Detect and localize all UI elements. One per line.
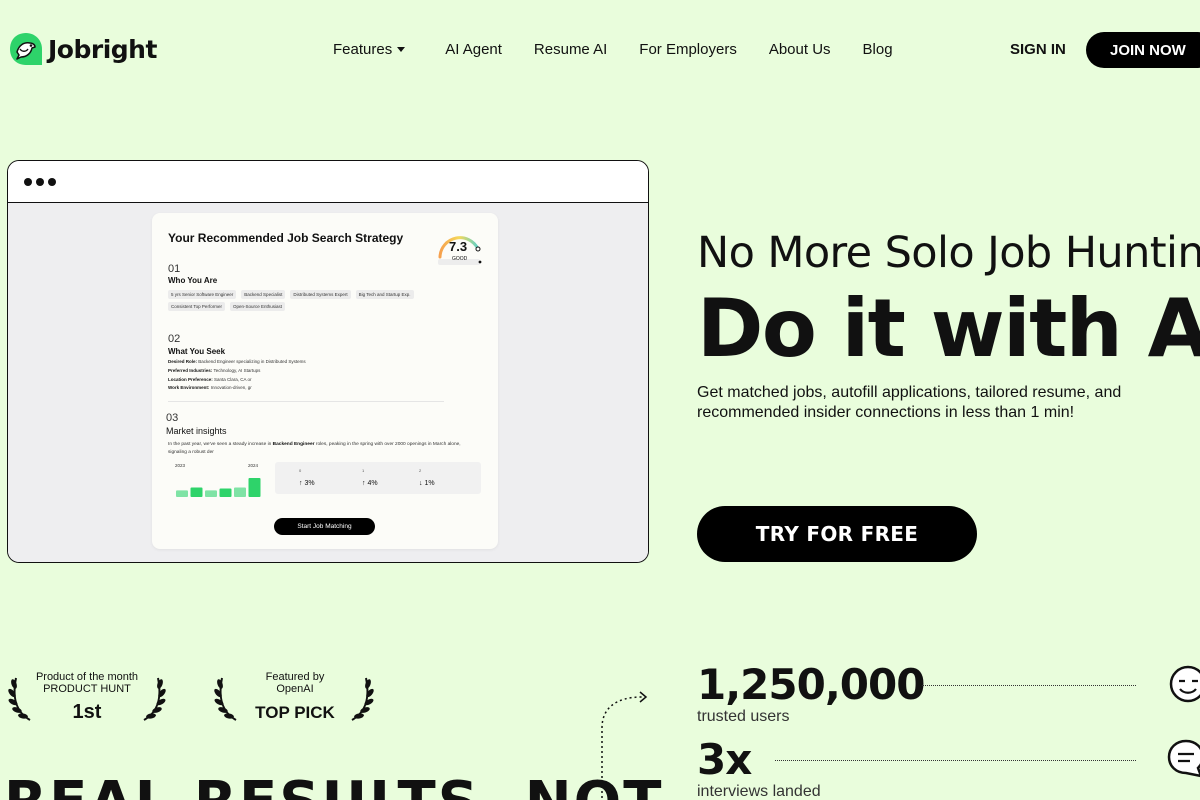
strategy-card: Your Recommended Job Search Strategy 7.3… <box>152 213 498 549</box>
window-title-bar <box>8 161 648 203</box>
smile-face-icon <box>1169 665 1200 703</box>
try-for-free-button[interactable]: TRY FOR FREE <box>697 506 977 562</box>
nav-features[interactable]: Features <box>333 41 406 58</box>
sign-in-link[interactable]: SIGN IN <box>1010 41 1066 58</box>
tag: Distributed Systems Expert <box>290 290 351 299</box>
mini-bar-chart <box>176 478 261 497</box>
nav-features-label: Features <box>333 41 393 58</box>
start-job-matching-button[interactable]: Start Job Matching <box>274 518 375 535</box>
mini-bar <box>176 490 188 497</box>
mini-bar <box>234 487 246 497</box>
nav-ai-agent[interactable]: AI Agent <box>445 41 502 58</box>
stat-label: trusted users <box>697 708 790 725</box>
stat-index: 2 <box>419 468 422 473</box>
seek-row: Work Environment: Innovation-driven, gr <box>168 385 252 390</box>
section-number: 02 <box>168 333 181 345</box>
bird-logo-icon <box>10 33 42 65</box>
product-mockup-window: Your Recommended Job Search Strategy 7.3… <box>7 160 649 563</box>
divider <box>168 401 444 402</box>
award-title: TOP PICK <box>255 703 335 722</box>
section-title: Who You Are <box>168 276 218 285</box>
brand-name: Jobright <box>48 34 157 64</box>
join-now-button[interactable]: JOIN NOW <box>1086 32 1200 68</box>
nav-for-employers[interactable]: For Employers <box>639 41 737 58</box>
mini-bar <box>190 487 203 497</box>
window-body: Your Recommended Job Search Strategy 7.3… <box>8 203 648 562</box>
chat-bubble-icon <box>1167 739 1200 778</box>
stat-index: 1 <box>362 468 365 473</box>
stat-down: ↓ 1% <box>419 480 435 487</box>
dotted-divider <box>775 760 1136 761</box>
caret-down-icon <box>397 47 406 52</box>
award-product-hunt: Product of the month PRODUCT HUNT 1st <box>2 668 172 724</box>
tag-list: 5 yrs Senior Software Engineer Backend S… <box>168 290 468 311</box>
seek-row: Preferred Industries: Technology, AI Sta… <box>168 368 261 373</box>
window-dots-icon <box>24 178 56 186</box>
mini-bar <box>205 490 217 497</box>
tag: Consistent Top Performer <box>168 302 225 311</box>
stat-value: 1,250,000 <box>697 660 925 709</box>
top-nav: Jobright Features AI Agent Resume AI For… <box>0 0 1200 100</box>
tag: Open-Source Enthusiast <box>229 302 285 311</box>
stat-up: ↑ 3% <box>299 480 315 487</box>
section-title: Market insights <box>166 426 227 436</box>
award-caption: Featured by OpenAI <box>265 671 325 695</box>
stat-index: 0 <box>299 468 302 473</box>
stat-value: 3x <box>697 735 752 784</box>
logo[interactable]: Jobright <box>8 31 157 67</box>
score-label: GOOD <box>452 256 468 262</box>
award-openai: Featured by OpenAI TOP PICK <box>210 668 380 724</box>
section-heading: REAL RESULTS, NOT <box>4 770 663 800</box>
dotted-divider <box>922 685 1136 686</box>
score-value: 7.3 <box>449 239 468 254</box>
hero-heading-line2: Do it with AI <box>697 282 1200 375</box>
stat-label: interviews landed <box>697 783 821 800</box>
mini-bar <box>219 488 232 497</box>
tag: Backend Specialist <box>241 290 286 299</box>
tag: 5 yrs Senior Software Engineer <box>168 290 237 299</box>
mini-bar <box>248 478 261 497</box>
section-number: 03 <box>166 412 179 424</box>
nav-blog[interactable]: Blog <box>863 41 893 58</box>
insight-text: In the past year, we've seen a steady in… <box>168 442 461 455</box>
tag: Big Tech and Startup Exp. <box>355 290 414 299</box>
award-title: 1st <box>72 701 102 723</box>
stat-up: ↑ 4% <box>362 480 378 487</box>
strategy-title: Your Recommended Job Search Strategy <box>168 231 404 245</box>
section-title: What You Seek <box>168 347 226 356</box>
seek-row: Desired Role: Backend Engineer specializ… <box>168 359 306 364</box>
award-caption: Product of the month PRODUCT HUNT <box>35 671 139 695</box>
nav-resume-ai[interactable]: Resume AI <box>534 41 607 58</box>
nav-about-us[interactable]: About Us <box>769 41 831 58</box>
hero-subtitle: Get matched jobs, autofill applications,… <box>697 384 1122 421</box>
trend-stats: 0 ↑ 3% 1 ↑ 4% 2 ↓ 1% <box>275 462 481 494</box>
nav-links: Features AI Agent Resume AI For Employer… <box>333 41 893 58</box>
seek-row: Location Preference: Santa Clara, CA or <box>168 377 252 382</box>
hero-heading-line1: No More Solo Job Hunting <box>697 228 1200 278</box>
section-number: 01 <box>168 263 181 275</box>
